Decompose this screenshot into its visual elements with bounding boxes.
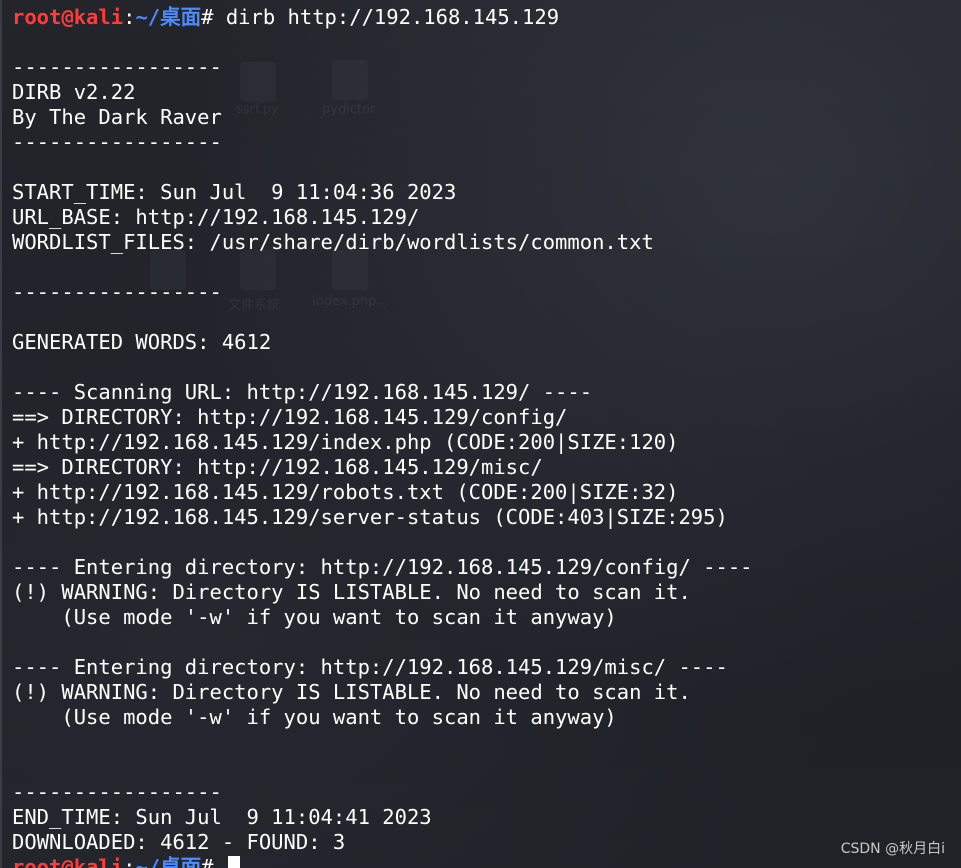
prompt-separator: : <box>123 5 136 29</box>
output-line: ----------------- <box>12 780 222 804</box>
output-line: START_TIME: Sun Jul 9 11:04:36 2023 <box>12 180 457 204</box>
prompt-symbol: # <box>201 855 226 868</box>
output-line: ---- Entering directory: http://192.168.… <box>12 655 728 679</box>
prompt-path: ~/桌面 <box>135 5 202 29</box>
output-line: By The Dark Raver <box>12 105 222 129</box>
output-line: ---- Entering directory: http://192.168.… <box>12 555 753 579</box>
command-line: root@kali:~/桌面# dirb http://192.168.145.… <box>12 5 753 30</box>
text-cursor <box>227 856 240 868</box>
terminal-window[interactable]: ssrf.py pydictor 文件系统 index.php... root@… <box>0 0 961 868</box>
command-text: dirb http://192.168.145.129 <box>225 5 560 29</box>
output-line: ---- Scanning URL: http://192.168.145.12… <box>12 380 593 404</box>
output-line: (Use mode '-w' if you want to scan it an… <box>12 605 617 629</box>
output-line: ==> DIRECTORY: http://192.168.145.129/co… <box>12 405 568 429</box>
prompt-separator: : <box>123 855 136 868</box>
prompt-user-host: root@kali <box>12 855 124 868</box>
output-line: ----------------- <box>12 55 222 79</box>
output-line: ==> DIRECTORY: http://192.168.145.129/mi… <box>12 455 543 479</box>
output-line: ----------------- <box>12 130 222 154</box>
active-prompt-line[interactable]: root@kali:~/桌面# <box>12 855 753 868</box>
prompt-symbol: # <box>201 5 226 29</box>
csdn-watermark: CSDN @秋月白i <box>840 841 945 857</box>
output-line: WORDLIST_FILES: /usr/share/dirb/wordlist… <box>12 230 654 254</box>
output-line: (!) WARNING: Directory IS LISTABLE. No n… <box>12 580 691 604</box>
output-line: URL_BASE: http://192.168.145.129/ <box>12 205 420 229</box>
output-line: + http://192.168.145.129/server-status (… <box>12 505 728 529</box>
prompt-user-host: root@kali <box>12 5 124 29</box>
prompt-path: ~/桌面 <box>135 855 202 868</box>
output-line: ----------------- <box>12 280 222 304</box>
terminal-output: root@kali:~/桌面# dirb http://192.168.145.… <box>12 5 753 868</box>
output-line: END_TIME: Sun Jul 9 11:04:41 2023 <box>12 805 432 829</box>
output-line: GENERATED WORDS: 4612 <box>12 330 272 354</box>
window-edge <box>0 0 2 868</box>
output-line: DOWNLOADED: 4612 - FOUND: 3 <box>12 830 346 854</box>
output-line: DIRB v2.22 <box>12 80 136 104</box>
output-line: + http://192.168.145.129/index.php (CODE… <box>12 430 679 454</box>
output-line: (!) WARNING: Directory IS LISTABLE. No n… <box>12 680 691 704</box>
output-line: + http://192.168.145.129/robots.txt (COD… <box>12 480 679 504</box>
output-line: (Use mode '-w' if you want to scan it an… <box>12 705 617 729</box>
